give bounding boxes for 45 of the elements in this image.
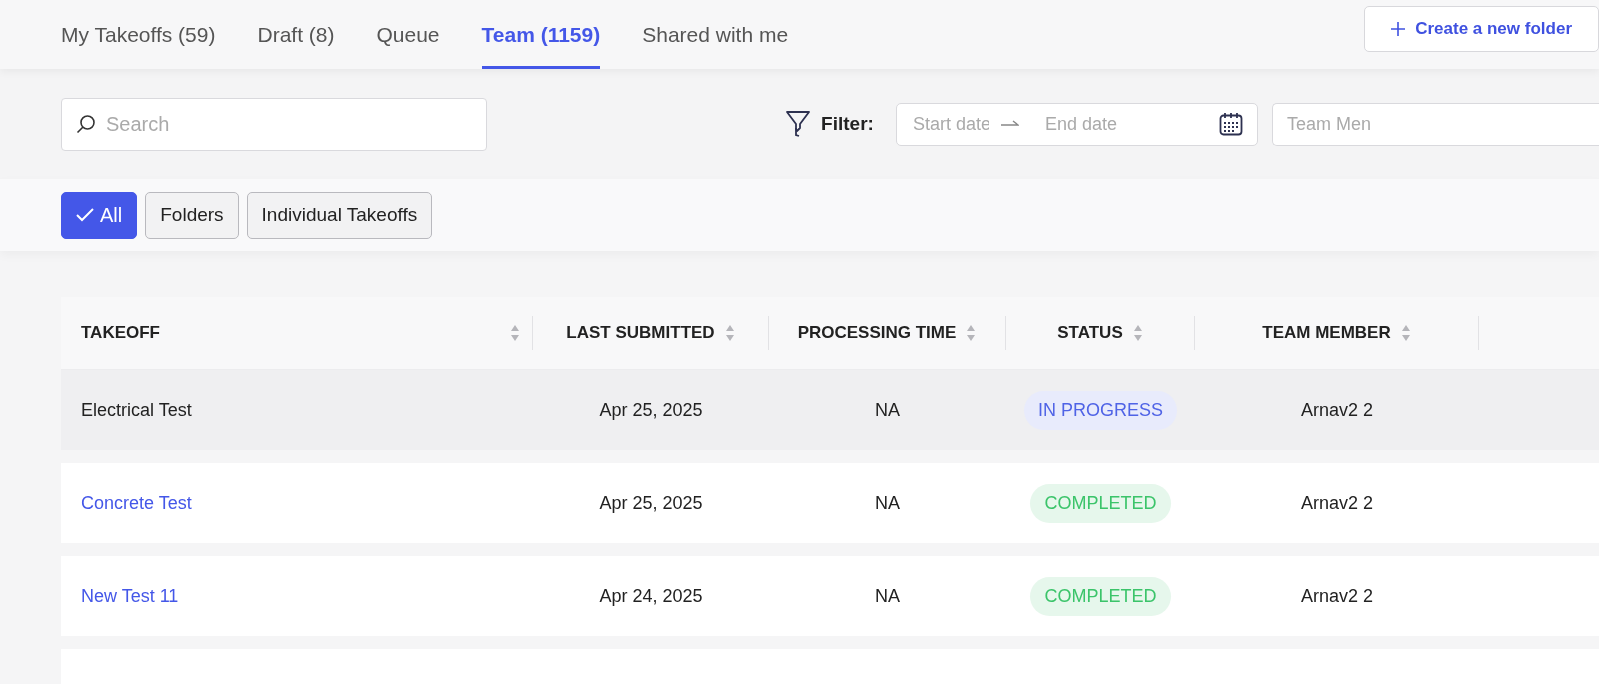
filter-chip[interactable]: All (61, 191, 138, 239)
sort-icon[interactable] (966, 324, 977, 342)
filter-label: Filter: (821, 113, 874, 135)
team-member-cell-text: Arnav2 2 (1299, 585, 1374, 607)
processing-time-cell-text: NA (874, 492, 901, 514)
processing-time-cell-text: NA (874, 585, 901, 607)
calendar-icon (1218, 112, 1243, 136)
column-header[interactable]: LAST SUBMITTED (533, 316, 769, 350)
team-member-field[interactable]: Team Men (1271, 102, 1599, 146)
sort-icon[interactable] (1132, 324, 1143, 342)
search-icon (76, 113, 96, 134)
plus-icon (1391, 22, 1406, 36)
table-row[interactable]: Electrical Test Apr 25, 2025 NA IN PROGRESS Arnav2 2 (61, 370, 1599, 450)
column-header[interactable]: TAKEOFF (61, 316, 533, 350)
date-cell-text: Apr 25, 2025 (598, 492, 704, 514)
takeoff-name: Electrical Test (80, 399, 193, 421)
table-row[interactable]: New Test 11 Apr 24, 2025 NA COMPLETED Arnav2 2 (61, 556, 1599, 636)
column-header[interactable]: PROCESSING TIME (769, 316, 1006, 350)
date-cell-text: Apr 25, 2025 (598, 399, 704, 421)
takeoff-link[interactable]: Concrete Test (61, 492, 533, 514)
end-date-input[interactable]: End date (1042, 112, 1123, 136)
processing-time-cell-text: NA (874, 399, 901, 421)
team-member-cell-text: Arnav2 2 (1299, 399, 1374, 421)
team-member-cell-text: Arnav2 2 (1299, 492, 1374, 514)
table-row[interactable]: Concrete Test Apr 25, 2025 NA COMPLETED Arnav2 2 (61, 463, 1599, 543)
tab[interactable]: Draft (8) (257, 0, 335, 69)
check-icon (76, 208, 94, 222)
status-badge: IN PROGRESS (1024, 390, 1177, 430)
search-field[interactable]: Search (61, 97, 487, 151)
column-header[interactable]: STATUS (1006, 316, 1195, 350)
takeoff-link[interactable]: New Test 11 (61, 585, 533, 607)
sort-icon[interactable] (510, 324, 520, 342)
tab[interactable]: My Takeoffs (59) (61, 0, 216, 69)
column-header[interactable]: TEAM MEMBER (1195, 316, 1479, 350)
sort-icon[interactable] (1400, 324, 1411, 342)
tab[interactable]: Queue (376, 0, 440, 69)
status-badge: COMPLETED (1030, 576, 1171, 616)
status-badge: COMPLETED (1030, 483, 1171, 523)
date-cell-text: Apr 24, 2025 (598, 585, 704, 607)
filter-icon (785, 110, 812, 138)
sort-icon[interactable] (724, 324, 735, 342)
filter-chip[interactable]: Folders (145, 191, 239, 239)
filter-chip[interactable]: Individual Takeoffs (246, 191, 433, 239)
create-folder-button[interactable]: Create a new folder (1364, 6, 1599, 52)
tab[interactable]: Shared with me (642, 0, 789, 69)
